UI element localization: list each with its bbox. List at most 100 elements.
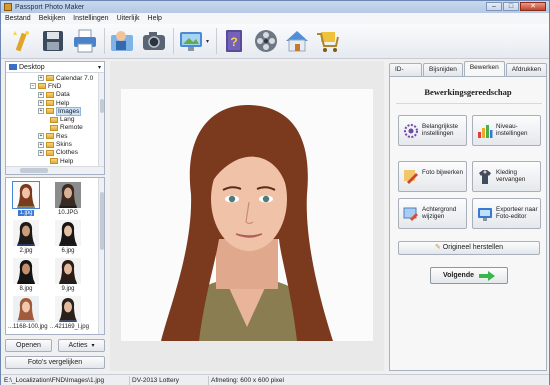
status-format: DV-2013 Lottery — [132, 377, 179, 384]
restore-original-button[interactable]: ✎ Origineel herstellen — [398, 241, 540, 255]
tree-item-label: Skins — [56, 141, 72, 149]
close-button[interactable]: ✕ — [520, 2, 546, 11]
tab-edit[interactable]: Bewerken — [463, 61, 505, 76]
app-icon — [4, 3, 12, 11]
help-button[interactable]: ? — [220, 27, 248, 55]
tree-item[interactable]: + Skins — [6, 140, 104, 148]
tab-strip: ID-kaart Bijsnijden Bewerken Afdrukken — [389, 61, 548, 85]
compare-photos-button[interactable]: Foto's vergelijken — [5, 356, 105, 369]
svg-text:?: ? — [230, 35, 237, 49]
camera-icon — [143, 32, 165, 50]
folder-icon — [50, 116, 58, 123]
portrait-photo[interactable] — [121, 89, 373, 341]
tree-item[interactable]: Help — [6, 157, 104, 165]
expand-icon[interactable]: + — [38, 149, 44, 156]
thumbnail-item[interactable]: 9.jpg — [50, 256, 86, 296]
thumbnail-image — [55, 258, 81, 284]
tree-item[interactable]: Lang — [6, 115, 104, 123]
view-button[interactable] — [177, 27, 205, 55]
clothes-icon — [479, 170, 491, 184]
expand-icon[interactable]: + — [38, 91, 44, 98]
main-settings-button[interactable]: Belangrijkste instellingen — [398, 115, 467, 146]
menu-bestand[interactable]: Bestand — [5, 15, 31, 22]
folder-icon — [46, 149, 54, 156]
tree-item[interactable]: + Help — [6, 99, 104, 107]
thumbnail-caption: 2.jpg — [19, 248, 33, 254]
tree-item[interactable]: Remote — [6, 124, 104, 132]
cart-icon — [317, 32, 339, 52]
folder-icon — [50, 158, 58, 165]
tree-item[interactable]: − FND — [6, 82, 104, 90]
expand-icon[interactable]: + — [38, 133, 44, 140]
tree-item[interactable]: + Res — [6, 132, 104, 140]
thumbnail-item[interactable]: 8.jpg — [8, 256, 44, 296]
tree-horizontal-scrollbar[interactable] — [6, 166, 104, 174]
export-editor-label: Exporteer naar Foto-editor — [496, 206, 538, 220]
tree-item-label: Res — [56, 132, 68, 140]
level-settings-button[interactable]: Niveau-instellingen — [472, 115, 541, 146]
tree-item[interactable]: + Data — [6, 91, 104, 99]
change-background-button[interactable]: Achtergrond wijzigen — [398, 198, 467, 229]
status-divider — [208, 376, 209, 385]
folder-icon — [46, 100, 54, 107]
export-icon — [478, 208, 492, 221]
arrow-right-icon — [479, 271, 495, 281]
tree-item[interactable]: + Calendar 7.0 — [6, 74, 104, 82]
expand-icon[interactable]: + — [38, 141, 44, 148]
maximize-button[interactable]: □ — [503, 2, 519, 11]
tab-print[interactable]: Afdrukken — [505, 63, 547, 76]
menu-uiterlijk[interactable]: Uiterlijk — [117, 15, 140, 22]
expand-icon[interactable]: + — [38, 100, 44, 107]
contacts-button[interactable] — [108, 27, 136, 55]
replace-clothes-button[interactable]: Kleding vervangen — [472, 161, 541, 192]
open-button[interactable]: Openen — [5, 339, 52, 352]
level-settings-label: Niveau-instellingen — [496, 123, 528, 137]
next-button[interactable]: Volgende — [430, 267, 508, 284]
actions-button[interactable]: Acties ▾ — [58, 339, 105, 352]
export-editor-button[interactable]: Exporteer naar Foto-editor — [472, 198, 541, 229]
video-button[interactable] — [252, 27, 280, 55]
thumbnail-item[interactable]: 10.JPG — [50, 180, 86, 220]
tree-item-label: Lang — [60, 116, 75, 124]
tree-vertical-scrollbar[interactable] — [98, 73, 104, 166]
thumbnail-image — [55, 296, 81, 322]
thumbnail-item[interactable]: ...1168-100.jpg — [8, 294, 48, 334]
wizard-button[interactable] — [7, 27, 35, 55]
chevron-down-icon[interactable]: ▾ — [98, 64, 101, 71]
thumbnail-item[interactable]: ...421169_l.jpg — [50, 294, 89, 334]
menu-instellingen[interactable]: Instellingen — [73, 15, 108, 22]
tab-crop[interactable]: Bijsnijden — [422, 63, 463, 76]
retouch-button[interactable]: Foto bijwerken — [398, 161, 467, 192]
gallery-scrollbar[interactable] — [98, 178, 104, 334]
menu-help[interactable]: Help — [148, 15, 162, 22]
print-button[interactable] — [71, 27, 99, 55]
thumbnail-caption: ...421169_l.jpg — [50, 324, 89, 330]
floppy-icon — [43, 31, 63, 51]
camera-button[interactable] — [140, 27, 168, 55]
expand-icon[interactable]: + — [38, 108, 44, 115]
thumbnail-image — [12, 181, 40, 209]
expand-icon[interactable]: + — [38, 75, 44, 82]
thumbnail-item[interactable]: 1.jpg — [8, 180, 44, 220]
minimize-button[interactable]: – — [486, 2, 502, 11]
window-title: Passport Photo Maker — [15, 3, 85, 11]
shop-button[interactable] — [314, 27, 342, 55]
thumbnail-caption: 8.jpg — [19, 286, 33, 292]
thumbnail-item[interactable]: 6.jpg — [50, 218, 86, 258]
tree-item[interactable]: + Clothes — [6, 149, 104, 157]
folder-tree[interactable]: Desktop ▾ + Calendar 7.0 − FND + Data + Help + Im… — [5, 61, 105, 175]
location-combo[interactable]: Desktop ▾ — [6, 62, 104, 73]
desktop-icon — [9, 64, 17, 70]
thumbnail-item[interactable]: 2.jpg — [8, 218, 44, 258]
collapse-icon[interactable]: − — [30, 83, 36, 90]
menu-bekijken[interactable]: Bekijken — [39, 15, 65, 22]
tab-id-card[interactable]: ID-kaart — [389, 63, 422, 85]
save-button[interactable] — [39, 27, 67, 55]
tree-item-label: FND — [48, 82, 62, 90]
thumbnail-image — [55, 220, 81, 246]
tree-item-label: Images — [56, 106, 82, 116]
thumbnail-caption: 1.jpg — [18, 210, 34, 216]
home-button[interactable] — [283, 27, 311, 55]
view-dropdown-arrow[interactable]: ▾ — [206, 38, 212, 46]
tree-item[interactable]: + Images — [6, 106, 104, 116]
